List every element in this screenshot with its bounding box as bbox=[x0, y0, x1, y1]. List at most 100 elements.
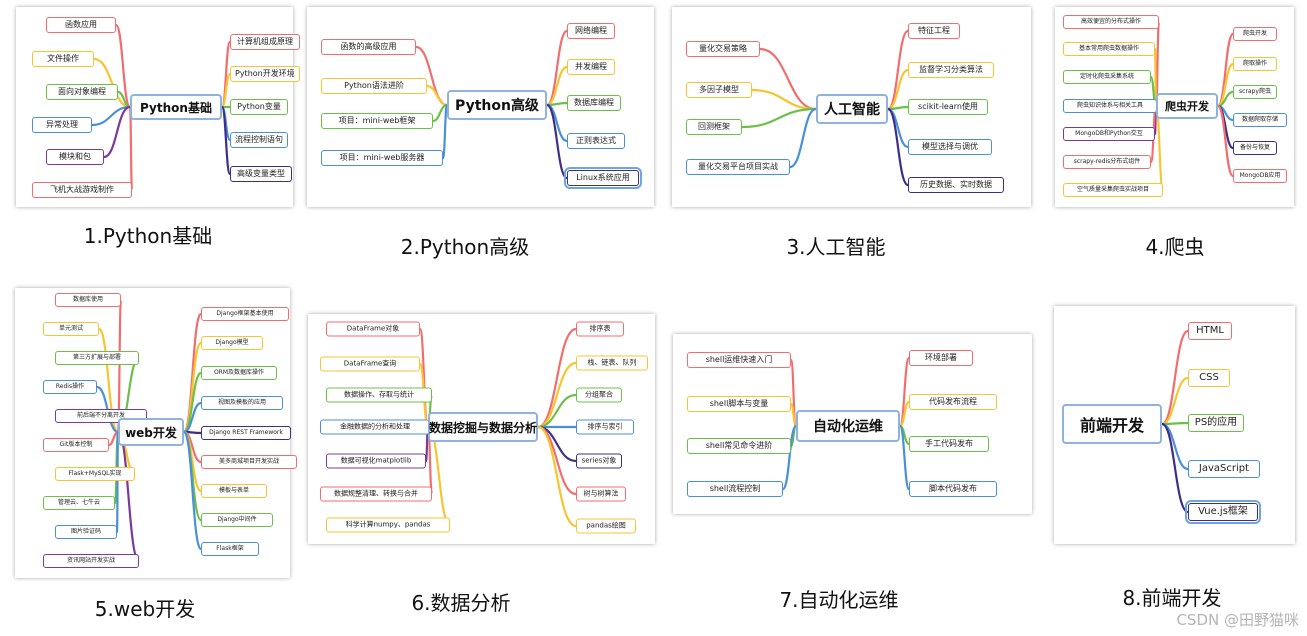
mindmap-panel-3: 量化交易策略 多因子模型 回测框架 量化交易平台项目实战 特征工程 监督学习分类算法 sci… bbox=[672, 7, 1031, 207]
branch-node-left: 多因子模型 bbox=[686, 82, 752, 98]
branch-node-left: DataFrame查询 bbox=[320, 356, 420, 372]
mindmap-panel-2: 函数的高级应用 Python语法进阶 项目：mini-web框架 项目：mini-we… bbox=[307, 7, 654, 207]
branch-node-left: 科学计算numpy、pandas bbox=[326, 517, 450, 533]
branch-node-right: 备份与恢复 bbox=[1233, 141, 1277, 155]
branch-node-right: 流程控制语句 bbox=[230, 132, 288, 148]
mindmap-center-node: 爬虫开发 bbox=[1156, 93, 1218, 119]
panel-caption-7: 7.自动化运维 bbox=[779, 588, 899, 612]
branch-node-right: 爬虫开发 bbox=[1233, 27, 1277, 41]
branch-line-right bbox=[1161, 329, 1189, 426]
branch-line-left bbox=[115, 430, 120, 534]
branch-node-right: Python开发环境 bbox=[230, 66, 300, 82]
branch-node-right: 视图及模板的应用 bbox=[201, 396, 283, 410]
branch-node-right: 数据爬取存储 bbox=[1233, 113, 1287, 127]
branch-node-right: Vue.js框架 bbox=[1185, 500, 1261, 524]
branch-node-right: ORM及数据库操作 bbox=[201, 366, 277, 380]
branch-node-right: scikit-learn使用 bbox=[908, 99, 988, 115]
branch-node-right: 脚本代码发布 bbox=[909, 481, 997, 497]
branch-line-right bbox=[1216, 32, 1235, 108]
branch-node-left: 高效便宜的分布式操作 bbox=[1063, 15, 1159, 29]
branch-node-right: 历史数据、实时数据 bbox=[908, 177, 1004, 193]
branch-node-right: 爬取操作 bbox=[1233, 57, 1277, 71]
branch-node-left: 第三方扩展与部署 bbox=[55, 351, 139, 365]
mindmap-center-node: 数据挖掘与数据分析 bbox=[428, 412, 538, 442]
mindmap-panel-8: HTML CSS PS的应用 JavaScript Vue.js框架 前端开发 bbox=[1054, 306, 1295, 544]
branch-node-left: 函数的高级应用 bbox=[321, 39, 416, 55]
branch-node-right: 手工代码发布 bbox=[909, 436, 989, 452]
branch-node-left: 飞机大战游戏制作 bbox=[32, 182, 132, 198]
branch-node-left: 数据库使用 bbox=[55, 293, 121, 307]
branch-node-right: 模型选择与调优 bbox=[908, 139, 992, 155]
branch-node-right: MongoDB应用 bbox=[1233, 169, 1287, 183]
branch-node-right: 美多商城项目开发实战 bbox=[201, 455, 297, 469]
branch-node-left: shell运维快速入门 bbox=[687, 352, 791, 368]
branch-node-right: 并发编程 bbox=[567, 59, 615, 75]
branch-node-right: 计算机组成原理 bbox=[230, 34, 300, 50]
panel-caption-4: 4.爬虫 bbox=[1145, 235, 1205, 259]
branch-node-right: pandas绘图 bbox=[576, 518, 636, 534]
branch-line-right bbox=[546, 103, 568, 180]
branch-node-left: 数据可视化matplotlib bbox=[326, 453, 426, 469]
branch-node-left: 项目：mini-web服务器 bbox=[321, 150, 443, 166]
branch-node-left: shell流程控制 bbox=[687, 481, 783, 497]
panel-caption-5: 5.web开发 bbox=[94, 597, 196, 621]
branch-node-right: 网络编程 bbox=[567, 23, 615, 39]
branch-node-right: PS的应用 bbox=[1188, 414, 1244, 432]
mindmap-center-node: web开发 bbox=[118, 418, 184, 446]
branch-node-right: 数据库编程 bbox=[567, 95, 621, 111]
branch-node-right: 排序与索引 bbox=[576, 419, 634, 435]
branch-line-left bbox=[103, 105, 131, 159]
branch-line-left bbox=[114, 23, 132, 109]
branch-node-right: HTML bbox=[1188, 322, 1232, 340]
branch-node-left: 面向对象编程 bbox=[46, 84, 118, 100]
branch-node-right: JavaScript bbox=[1188, 460, 1260, 478]
branch-node-left: 基本常用爬虫数据操作 bbox=[1063, 42, 1155, 56]
mindmap-center-node: Python高级 bbox=[447, 90, 547, 120]
branch-line-right bbox=[1161, 421, 1189, 426]
panel-caption-2: 2.Python高级 bbox=[400, 235, 530, 259]
branch-line-left bbox=[116, 430, 141, 563]
branch-node-left: Flask+MySQL实现 bbox=[55, 467, 135, 481]
branch-node-right: Python变量 bbox=[230, 99, 288, 115]
branch-node-right: 模板与表单 bbox=[201, 484, 267, 498]
branch-node-left: shell常见命令进阶 bbox=[687, 438, 791, 454]
mindmap-panel-7: shell运维快速入门 shell脚本与变量 shell常见命令进阶 shell流程控… bbox=[673, 334, 1032, 514]
branch-node-right: 代码发布流程 bbox=[909, 394, 997, 410]
branch-line-left bbox=[426, 84, 448, 107]
branch-node-left: 资讯网站开发实战 bbox=[43, 554, 139, 568]
branch-node-left: 爬虫知识体系与相关工具 bbox=[1063, 99, 1157, 113]
mindmap-panel-1: 函数应用 文件操作 面向对象编程 异常处理 模块和包 飞机大战游戏制作 计算机组成原理 Pyt… bbox=[16, 7, 300, 207]
branch-node-left: MongoDB和Python交互 bbox=[1063, 127, 1155, 141]
branch-node-right: 栈、链表、队列 bbox=[576, 355, 648, 371]
branch-node-left: Git版本控制 bbox=[43, 438, 109, 452]
branch-node-right: 树与树算法 bbox=[576, 486, 626, 502]
branch-node-right: Django REST Framework bbox=[201, 426, 291, 440]
branch-node-right: 排序表 bbox=[576, 321, 624, 337]
mindmap-center-node: 前端开发 bbox=[1062, 404, 1162, 444]
branch-node-right: Linux系统应用 bbox=[564, 167, 642, 189]
mindmap-panel-6: DataFrame对象 DataFrame查询 数据操作、存取与统计 金融数据的分析和… bbox=[308, 314, 655, 544]
panel-caption-6: 6.数据分析 bbox=[411, 591, 511, 615]
branch-line-left bbox=[759, 47, 817, 111]
branch-node-left: 数据规整清理、转换与合并 bbox=[320, 486, 432, 502]
mindmap-panel-5: 数据库使用 单元测试 第三方扩展与部署 Redis操作 前后端不分离开发 Git版本控制 F… bbox=[15, 288, 297, 578]
branch-node-left: 数据操作、存取与统计 bbox=[326, 387, 432, 403]
branch-node-right: CSS bbox=[1188, 369, 1230, 387]
branch-line-left bbox=[789, 107, 817, 169]
branch-node-left: 项目：mini-web框架 bbox=[321, 113, 433, 129]
branch-node-left: scrapy-redis分布式组件 bbox=[1063, 155, 1151, 169]
mindmap-center-node: 自动化运维 bbox=[796, 410, 900, 442]
branch-node-left: Python语法进阶 bbox=[321, 78, 427, 94]
branch-node-left: 量化交易策略 bbox=[686, 41, 760, 57]
branch-line-right bbox=[1216, 104, 1235, 178]
branch-node-left: DataFrame对象 bbox=[326, 321, 420, 337]
branch-node-left: 函数应用 bbox=[46, 17, 116, 33]
branch-node-left: 定时化爬虫采集系统 bbox=[1063, 70, 1151, 84]
branch-line-left bbox=[418, 327, 430, 429]
mindmap-center-node: 人工智能 bbox=[816, 94, 888, 124]
branch-node-right: Django框架基本使用 bbox=[201, 307, 289, 321]
branch-node-right: 监督学习分类算法 bbox=[908, 62, 994, 78]
branch-line-left bbox=[415, 45, 448, 107]
branch-node-left: Redis操作 bbox=[43, 380, 97, 394]
branch-node-right: Django中间件 bbox=[201, 513, 273, 527]
